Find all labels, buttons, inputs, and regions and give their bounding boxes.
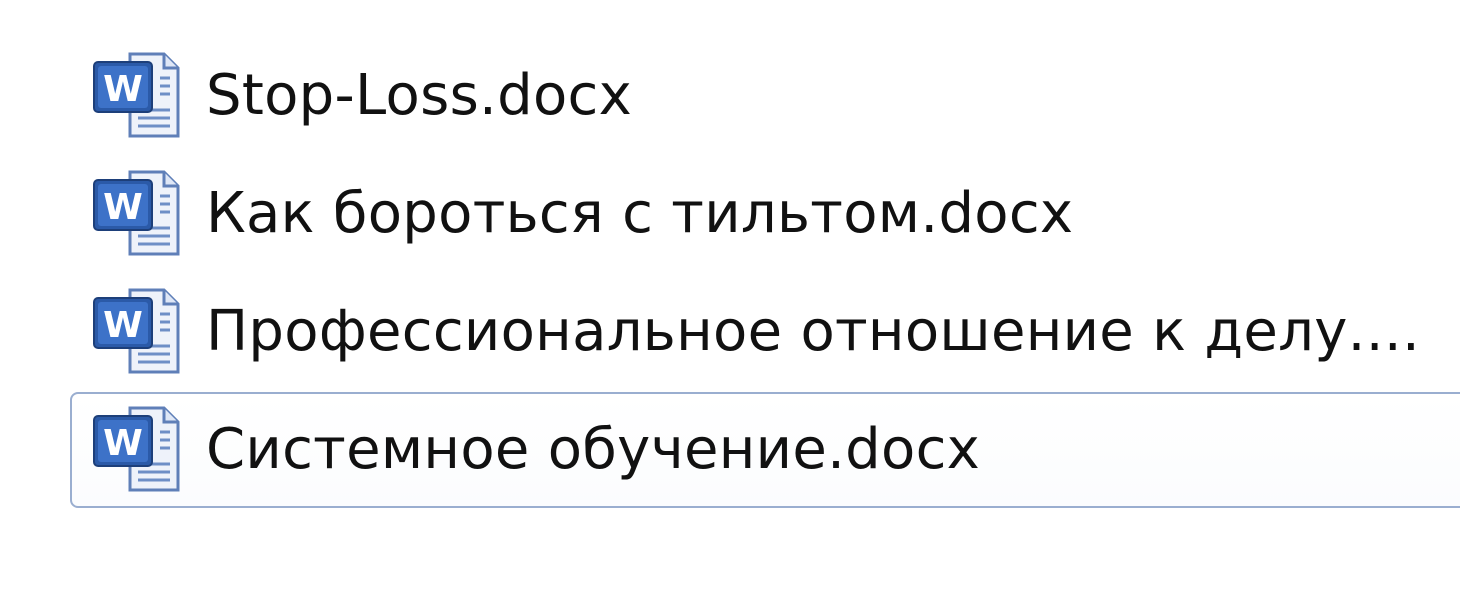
word-document-icon [90, 168, 184, 262]
file-item-professional[interactable]: Профессиональное отношение к делу.... [70, 274, 1460, 390]
file-list: Stop-Loss.docx Как бороться с тильтом.do… [0, 0, 1460, 590]
file-item-system-learning[interactable]: Системное обучение.docx [70, 392, 1460, 508]
file-name: Профессиональное отношение к делу.... [206, 299, 1421, 364]
file-item-tilt[interactable]: Как бороться с тильтом.docx [70, 156, 1460, 272]
word-document-icon [90, 50, 184, 144]
word-document-icon [90, 404, 184, 498]
word-document-icon [90, 286, 184, 380]
file-item-stop-loss[interactable]: Stop-Loss.docx [70, 38, 1460, 154]
file-name: Stop-Loss.docx [206, 63, 633, 128]
file-name: Как бороться с тильтом.docx [206, 181, 1074, 246]
file-name: Системное обучение.docx [206, 417, 981, 482]
